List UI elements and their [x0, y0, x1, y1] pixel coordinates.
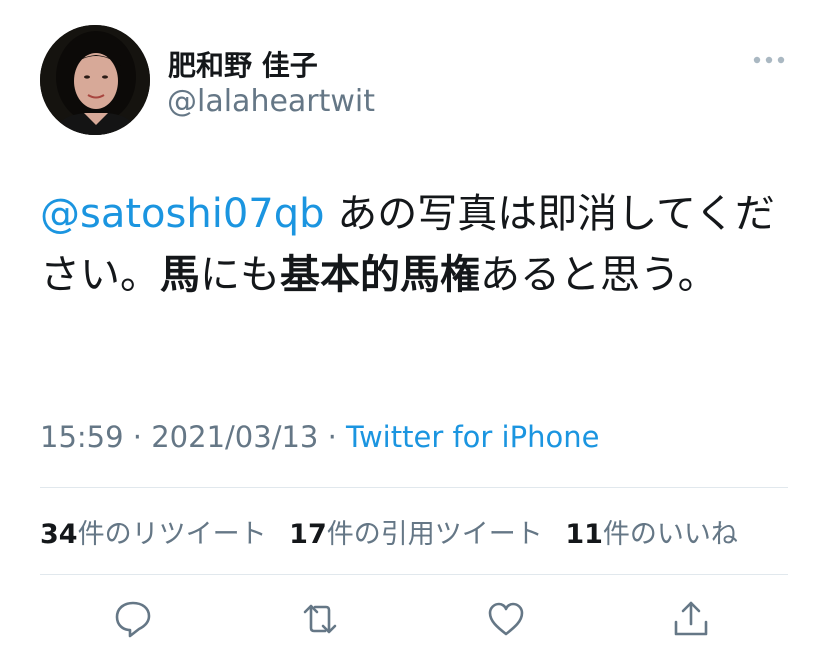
tweet-source-link[interactable]: Twitter for iPhone — [346, 420, 599, 454]
tweet-text-segment: 基本的馬権 — [280, 252, 480, 298]
retweets-stat[interactable]: 34件のリツイート — [40, 519, 267, 550]
tweet-text-segment: あると思う。 — [480, 252, 718, 298]
tweet-meta: 15:59 · 2021/03/13 · Twitter for iPhone — [40, 420, 599, 454]
quotes-count: 17 — [289, 519, 327, 550]
tweet-stats: 34件のリツイート 17件の引用ツイート 11件のいいね — [40, 512, 752, 551]
tweet-text: @satoshi07qb あの写真は即消してください。馬にも基本的馬権あると思う… — [40, 184, 800, 306]
share-icon[interactable] — [670, 598, 712, 640]
quotes-label: 件の引用ツイート — [326, 519, 543, 550]
divider — [40, 487, 788, 488]
meta-separator: · — [318, 420, 347, 454]
more-icon[interactable] — [752, 52, 786, 68]
quotes-stat[interactable]: 17件の引用ツイート — [289, 519, 543, 550]
likes-stat[interactable]: 11件のいいね — [565, 519, 738, 550]
retweets-count: 34 — [40, 519, 78, 550]
display-name[interactable]: 肥和野 佳子 — [168, 44, 318, 84]
tweet-time: 15:59 — [40, 420, 124, 454]
mention-link[interactable]: @satoshi07qb — [40, 191, 325, 237]
likes-count: 11 — [565, 519, 603, 550]
user-handle[interactable]: @lalaheartwit — [167, 84, 375, 119]
retweets-label: 件のリツイート — [77, 519, 267, 550]
tweet-detail: 肥和野 佳子 @lalaheartwit @satoshi07qb あの写真は即… — [0, 0, 828, 657]
avatar-image — [40, 25, 150, 135]
reply-icon[interactable] — [112, 598, 154, 640]
tweet-text-segment: 馬 — [160, 252, 200, 298]
divider — [40, 574, 788, 575]
tweet-text-segment: にも — [200, 252, 280, 298]
likes-label: 件のいいね — [602, 519, 738, 550]
avatar[interactable] — [40, 25, 150, 135]
tweet-date: 2021/03/13 — [151, 420, 319, 454]
meta-separator: · — [123, 420, 152, 454]
like-icon[interactable] — [485, 598, 527, 640]
retweet-icon[interactable] — [299, 598, 341, 640]
